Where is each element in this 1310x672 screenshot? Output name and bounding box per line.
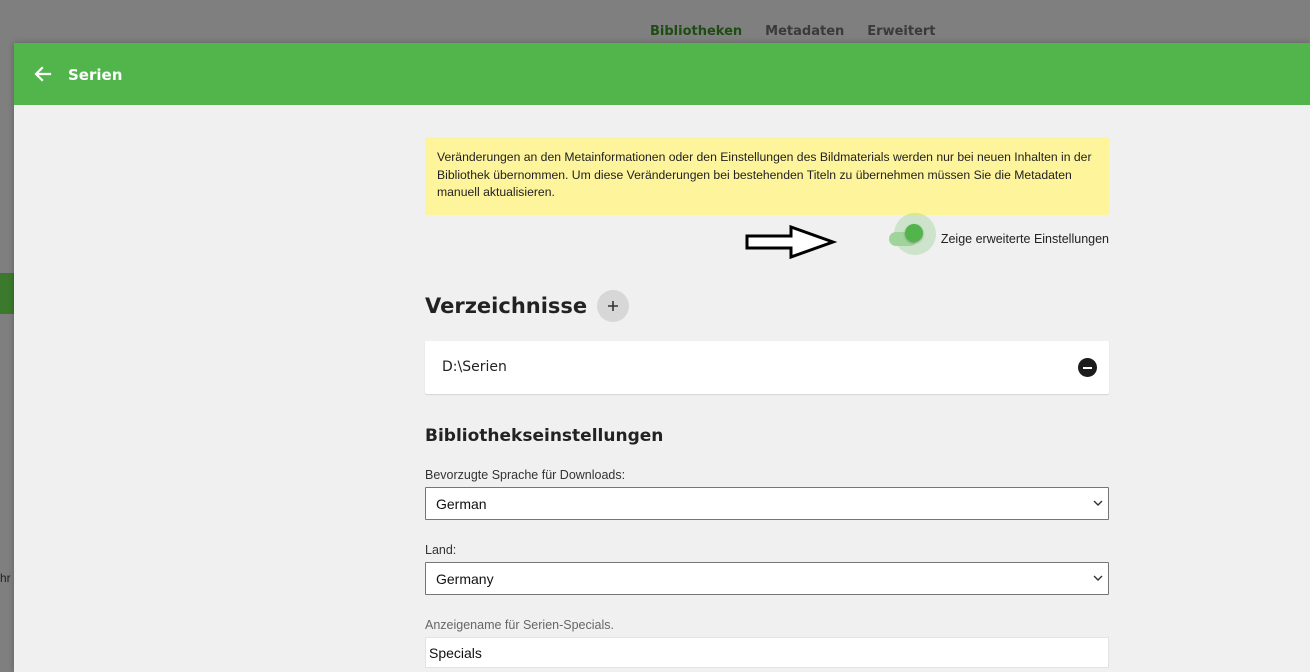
advanced-settings-row: Zeige erweiterte Einstellungen: [425, 213, 1109, 273]
dialog-title: Serien: [68, 66, 123, 84]
country-value: Germany: [436, 571, 494, 587]
tab-metadaten[interactable]: Metadaten: [765, 24, 844, 39]
folder-item[interactable]: D:\Serien: [425, 341, 1109, 394]
add-folder-button[interactable]: [597, 290, 630, 322]
back-button[interactable]: [32, 63, 54, 85]
annotation-arrow-icon: [745, 224, 837, 260]
folders-header: Verzeichnisse: [425, 289, 1109, 323]
back-arrow-icon: [34, 66, 52, 82]
dialog-content: Veränderungen an den Metainformationen o…: [425, 137, 1109, 668]
tab-bibliotheken[interactable]: Bibliotheken: [650, 24, 742, 39]
folder-path: D:\Serien: [442, 359, 507, 375]
language-label: Bevorzugte Sprache für Downloads:: [425, 468, 626, 482]
specials-value: Specials: [429, 645, 482, 661]
library-edit-dialog: Serien Veränderungen an den Metainformat…: [14, 43, 1310, 672]
country-label: Land:: [425, 543, 457, 557]
background-text-fragment: hr: [0, 571, 11, 585]
tab-erweitert[interactable]: Erweitert: [867, 24, 935, 39]
country-select[interactable]: Germany: [425, 562, 1109, 595]
background-tabs: Bibliotheken Metadaten Erweitert: [650, 24, 959, 39]
specials-label: Anzeigename für Serien-Specials.: [425, 618, 614, 632]
plus-icon: [608, 301, 619, 311]
dialog-header: Serien: [14, 43, 1310, 105]
advanced-settings-label: Zeige erweiterte Einstellungen: [940, 232, 1109, 246]
specials-input[interactable]: Specials: [425, 637, 1109, 668]
folders-title: Verzeichnisse: [425, 294, 588, 318]
chevron-down-icon: [1093, 500, 1103, 506]
minus-circle-icon[interactable]: [1078, 358, 1097, 377]
metadata-notice: Veränderungen an den Metainformationen o…: [425, 137, 1109, 215]
language-select[interactable]: German: [425, 487, 1109, 520]
library-settings-title: Bibliothekseinstellungen: [425, 426, 664, 446]
chevron-down-icon: [1093, 575, 1103, 581]
language-value: German: [436, 496, 487, 512]
background-sidebar-highlight: [0, 273, 14, 314]
toggle-knob[interactable]: [905, 224, 923, 242]
